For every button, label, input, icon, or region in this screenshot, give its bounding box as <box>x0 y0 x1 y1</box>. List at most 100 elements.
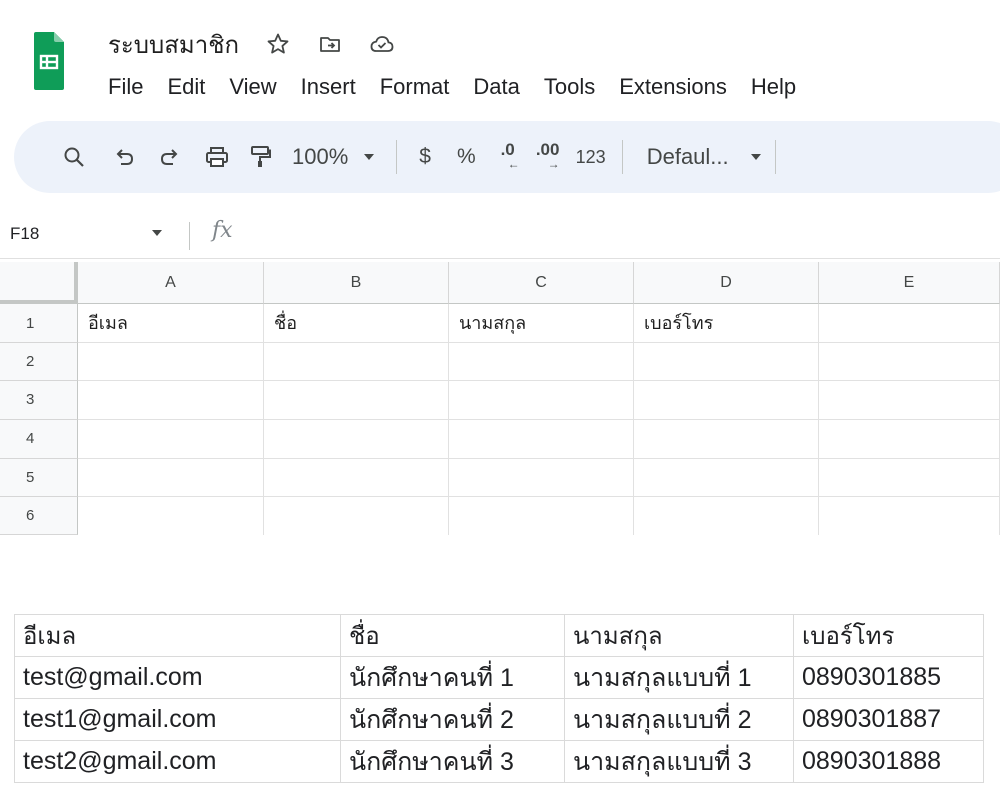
table-cell-first-name: นักศึกษาคนที่ 1 <box>340 656 565 699</box>
cell-c4[interactable] <box>449 420 634 459</box>
decrease-decimal-button[interactable]: .0 ← <box>496 137 520 177</box>
spreadsheet-grid: A B C D E 1 2 3 4 5 6 อีเมล ชื่อ นามสกุล… <box>0 262 1000 535</box>
cell-c6[interactable] <box>449 497 634 535</box>
increase-decimal-button[interactable]: .00 → <box>536 137 560 177</box>
number-format-button[interactable]: 123 <box>576 137 606 177</box>
percent-format-button[interactable]: % <box>457 137 476 177</box>
column-header-a[interactable]: A <box>78 262 264 304</box>
formula-bar-divider <box>189 222 190 250</box>
cell-c2[interactable] <box>449 343 634 381</box>
table-cell-first-name: นักศึกษาคนที่ 2 <box>340 698 565 741</box>
cell-e6[interactable] <box>819 497 1000 535</box>
print-icon[interactable] <box>202 137 232 177</box>
column-header-c[interactable]: C <box>449 262 634 304</box>
menu-format[interactable]: Format <box>368 70 462 104</box>
toolbar-divider <box>774 140 776 174</box>
table-header-first-name: ชื่อ <box>340 614 565 657</box>
table-cell-last-name: นามสกุลแบบที่ 1 <box>564 656 794 699</box>
chevron-down-icon <box>364 154 375 160</box>
row-header-3[interactable]: 3 <box>0 381 78 420</box>
cell-b3[interactable] <box>264 381 449 420</box>
table-cell-phone: 0890301887 <box>793 698 984 741</box>
cell-e4[interactable] <box>819 420 1000 459</box>
row-header-1[interactable]: 1 <box>0 304 78 343</box>
toolbar: 100% $ % .0 ← .00 → 123 Defaul... <box>14 121 1000 193</box>
star-icon[interactable] <box>265 31 291 57</box>
cell-a3[interactable] <box>78 381 264 420</box>
cell-c3[interactable] <box>449 381 634 420</box>
cell-a2[interactable] <box>78 343 264 381</box>
undo-icon[interactable] <box>110 137 138 177</box>
menu-view[interactable]: View <box>217 70 288 104</box>
table-row: test1@gmail.com นักศึกษาคนที่ 2 นามสกุลแ… <box>14 698 984 741</box>
table-header-phone: เบอร์โทร <box>793 614 984 657</box>
cell-e1[interactable] <box>819 304 1000 343</box>
cell-b4[interactable] <box>264 420 449 459</box>
redo-icon[interactable] <box>156 137 184 177</box>
row-header-4[interactable]: 4 <box>0 420 78 459</box>
menu-data[interactable]: Data <box>461 70 531 104</box>
column-header-e[interactable]: E <box>819 262 1000 304</box>
move-to-folder-icon[interactable] <box>317 31 343 57</box>
table-row: test@gmail.com นักศึกษาคนที่ 1 นามสกุลแบ… <box>14 656 984 699</box>
table-row: test2@gmail.com นักศึกษาคนที่ 3 นามสกุลแ… <box>14 740 984 783</box>
table-cell-email: test1@gmail.com <box>14 698 341 741</box>
row-header-5[interactable]: 5 <box>0 459 78 497</box>
cell-d6[interactable] <box>634 497 819 535</box>
toolbar-divider <box>621 140 623 174</box>
cell-a1[interactable]: อีเมล <box>78 304 264 343</box>
zoom-value: 100% <box>292 144 349 169</box>
table-cell-last-name: นามสกุลแบบที่ 2 <box>564 698 794 741</box>
fx-icon: fx <box>212 218 233 243</box>
cell-c1[interactable]: นามสกุล <box>449 304 634 343</box>
menu-file[interactable]: File <box>96 70 155 104</box>
table-cell-email: test2@gmail.com <box>14 740 341 783</box>
cloud-saved-icon[interactable] <box>369 31 395 57</box>
google-sheets-icon[interactable] <box>32 30 66 92</box>
cell-d2[interactable] <box>634 343 819 381</box>
row-header-6[interactable]: 6 <box>0 497 78 535</box>
cell-d1[interactable]: เบอร์โทร <box>634 304 819 343</box>
cell-b1[interactable]: ชื่อ <box>264 304 449 343</box>
cell-a5[interactable] <box>78 459 264 497</box>
cell-a6[interactable] <box>78 497 264 535</box>
document-title[interactable]: ระบบสมาชิก <box>108 25 239 64</box>
column-header-d[interactable]: D <box>634 262 819 304</box>
menu-edit[interactable]: Edit <box>155 70 217 104</box>
cell-d4[interactable] <box>634 420 819 459</box>
font-value: Defaul... <box>646 144 729 169</box>
search-icon[interactable] <box>60 137 88 177</box>
select-all-corner[interactable] <box>0 262 78 304</box>
cell-d3[interactable] <box>634 381 819 420</box>
table-cell-first-name: นักศึกษาคนที่ 3 <box>340 740 565 783</box>
row-header-2[interactable]: 2 <box>0 343 78 381</box>
arrow-right-icon: → <box>547 157 560 171</box>
menu-extensions[interactable]: Extensions <box>607 70 739 104</box>
arrow-left-icon: ← <box>507 157 520 171</box>
zoom-select[interactable]: 100% <box>292 137 375 177</box>
menu-insert[interactable]: Insert <box>289 70 368 104</box>
sample-data-table: อีเมล ชื่อ นามสกุล เบอร์โทร test@gmail.c… <box>14 614 984 783</box>
chevron-down-icon[interactable] <box>152 230 162 236</box>
table-cell-phone: 0890301885 <box>793 656 984 699</box>
cell-b5[interactable] <box>264 459 449 497</box>
menu-tools[interactable]: Tools <box>532 70 607 104</box>
name-box[interactable]: F18 <box>10 224 39 244</box>
menu-help[interactable]: Help <box>739 70 808 104</box>
cell-d5[interactable] <box>634 459 819 497</box>
document-title-bar: ระบบสมาชิก <box>108 28 395 60</box>
cell-b6[interactable] <box>264 497 449 535</box>
cell-e3[interactable] <box>819 381 1000 420</box>
table-header-email: อีเมล <box>14 614 341 657</box>
table-cell-last-name: นามสกุลแบบที่ 3 <box>564 740 794 783</box>
cell-c5[interactable] <box>449 459 634 497</box>
font-select[interactable]: Defaul... <box>647 137 761 177</box>
column-header-b[interactable]: B <box>264 262 449 304</box>
cell-e5[interactable] <box>819 459 1000 497</box>
cell-e2[interactable] <box>819 343 1000 381</box>
table-header-last-name: นามสกุล <box>564 614 794 657</box>
currency-format-button[interactable]: $ <box>419 137 431 177</box>
paint-format-icon[interactable] <box>246 137 274 177</box>
cell-a4[interactable] <box>78 420 264 459</box>
cell-b2[interactable] <box>264 343 449 381</box>
